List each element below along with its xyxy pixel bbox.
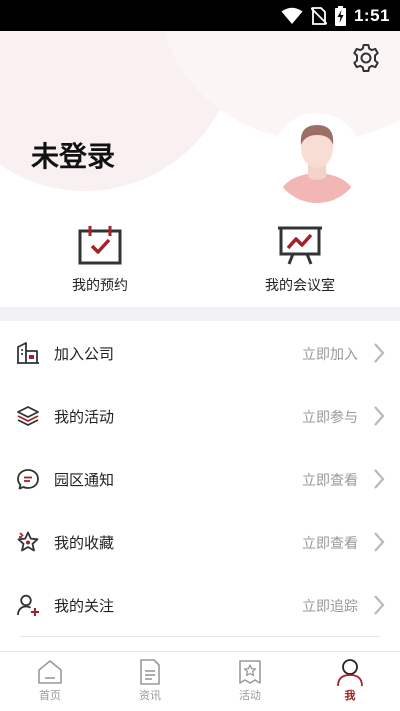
message-icon bbox=[17, 469, 39, 490]
clock: 1:51 bbox=[353, 5, 390, 25]
tab-me[interactable]: 我 bbox=[300, 652, 400, 711]
chevron-right-icon bbox=[374, 532, 385, 552]
quick-entries: 我的预约 我的会议室 bbox=[0, 211, 400, 307]
avatar[interactable] bbox=[272, 113, 362, 203]
menu-list: 加入公司 立即加入 我的活动 立即参与 园区通知 立即查看 我的收藏 立即查看 bbox=[0, 321, 400, 636]
menu-item-label: 我的关注 bbox=[54, 597, 115, 615]
tab-label: 首页 bbox=[39, 689, 61, 702]
presentation-board-icon bbox=[278, 226, 322, 265]
menu-item-my-follows[interactable]: 我的关注 立即追踪 bbox=[0, 573, 400, 636]
tab-activities[interactable]: 活动 bbox=[200, 652, 300, 711]
battery-charging-icon bbox=[334, 5, 346, 26]
tab-label: 我 bbox=[344, 689, 356, 702]
chevron-right-icon bbox=[374, 595, 385, 615]
list-end-divider bbox=[20, 636, 380, 637]
my-meeting-rooms-entry[interactable]: 我的会议室 bbox=[230, 211, 370, 307]
menu-item-action: 立即加入 bbox=[302, 347, 358, 363]
menu-item-my-favorites[interactable]: 我的收藏 立即查看 bbox=[0, 510, 400, 573]
layers-icon bbox=[17, 406, 39, 426]
tab-label: 活动 bbox=[239, 689, 261, 702]
status-icons: 1:51 bbox=[281, 0, 390, 31]
menu-item-my-activities[interactable]: 我的活动 立即参与 bbox=[0, 384, 400, 447]
user-add-icon bbox=[17, 594, 39, 616]
wifi-icon bbox=[281, 7, 303, 24]
my-appointments-entry[interactable]: 我的预约 bbox=[30, 211, 170, 307]
section-divider bbox=[0, 307, 400, 321]
menu-item-label: 我的活动 bbox=[54, 408, 115, 426]
gear-icon[interactable] bbox=[350, 42, 382, 74]
chevron-right-icon bbox=[374, 406, 385, 426]
user-icon bbox=[337, 659, 363, 686]
tab-label: 资讯 bbox=[139, 689, 161, 702]
bottom-tab-bar: 首页 资讯 活动 我 bbox=[0, 651, 400, 711]
calendar-check-icon bbox=[78, 226, 122, 265]
quick-entry-label: 我的预约 bbox=[72, 278, 128, 294]
menu-item-join-company[interactable]: 加入公司 立即加入 bbox=[0, 321, 400, 384]
status-bar: 1:51 bbox=[0, 0, 400, 31]
chevron-right-icon bbox=[374, 343, 385, 363]
star-icon bbox=[17, 531, 39, 552]
quick-entry-label: 我的会议室 bbox=[265, 278, 335, 294]
login-status-title[interactable]: 未登录 bbox=[31, 135, 115, 175]
profile-header: 未登录 bbox=[0, 31, 400, 211]
tab-home[interactable]: 首页 bbox=[0, 652, 100, 711]
menu-item-action: 立即参与 bbox=[302, 410, 358, 426]
event-icon bbox=[239, 660, 261, 684]
menu-item-action: 立即查看 bbox=[302, 536, 358, 552]
menu-item-label: 园区通知 bbox=[54, 471, 115, 489]
building-icon bbox=[17, 342, 39, 364]
menu-item-label: 加入公司 bbox=[54, 345, 115, 363]
menu-item-action: 立即查看 bbox=[302, 473, 358, 489]
no-sim-icon bbox=[310, 6, 327, 25]
chevron-right-icon bbox=[374, 469, 385, 489]
menu-item-park-notices[interactable]: 园区通知 立即查看 bbox=[0, 447, 400, 510]
tab-news[interactable]: 资讯 bbox=[100, 652, 200, 711]
menu-item-action: 立即追踪 bbox=[302, 599, 358, 615]
home-icon bbox=[38, 660, 62, 684]
document-icon bbox=[140, 659, 160, 685]
menu-item-label: 我的收藏 bbox=[54, 534, 115, 552]
